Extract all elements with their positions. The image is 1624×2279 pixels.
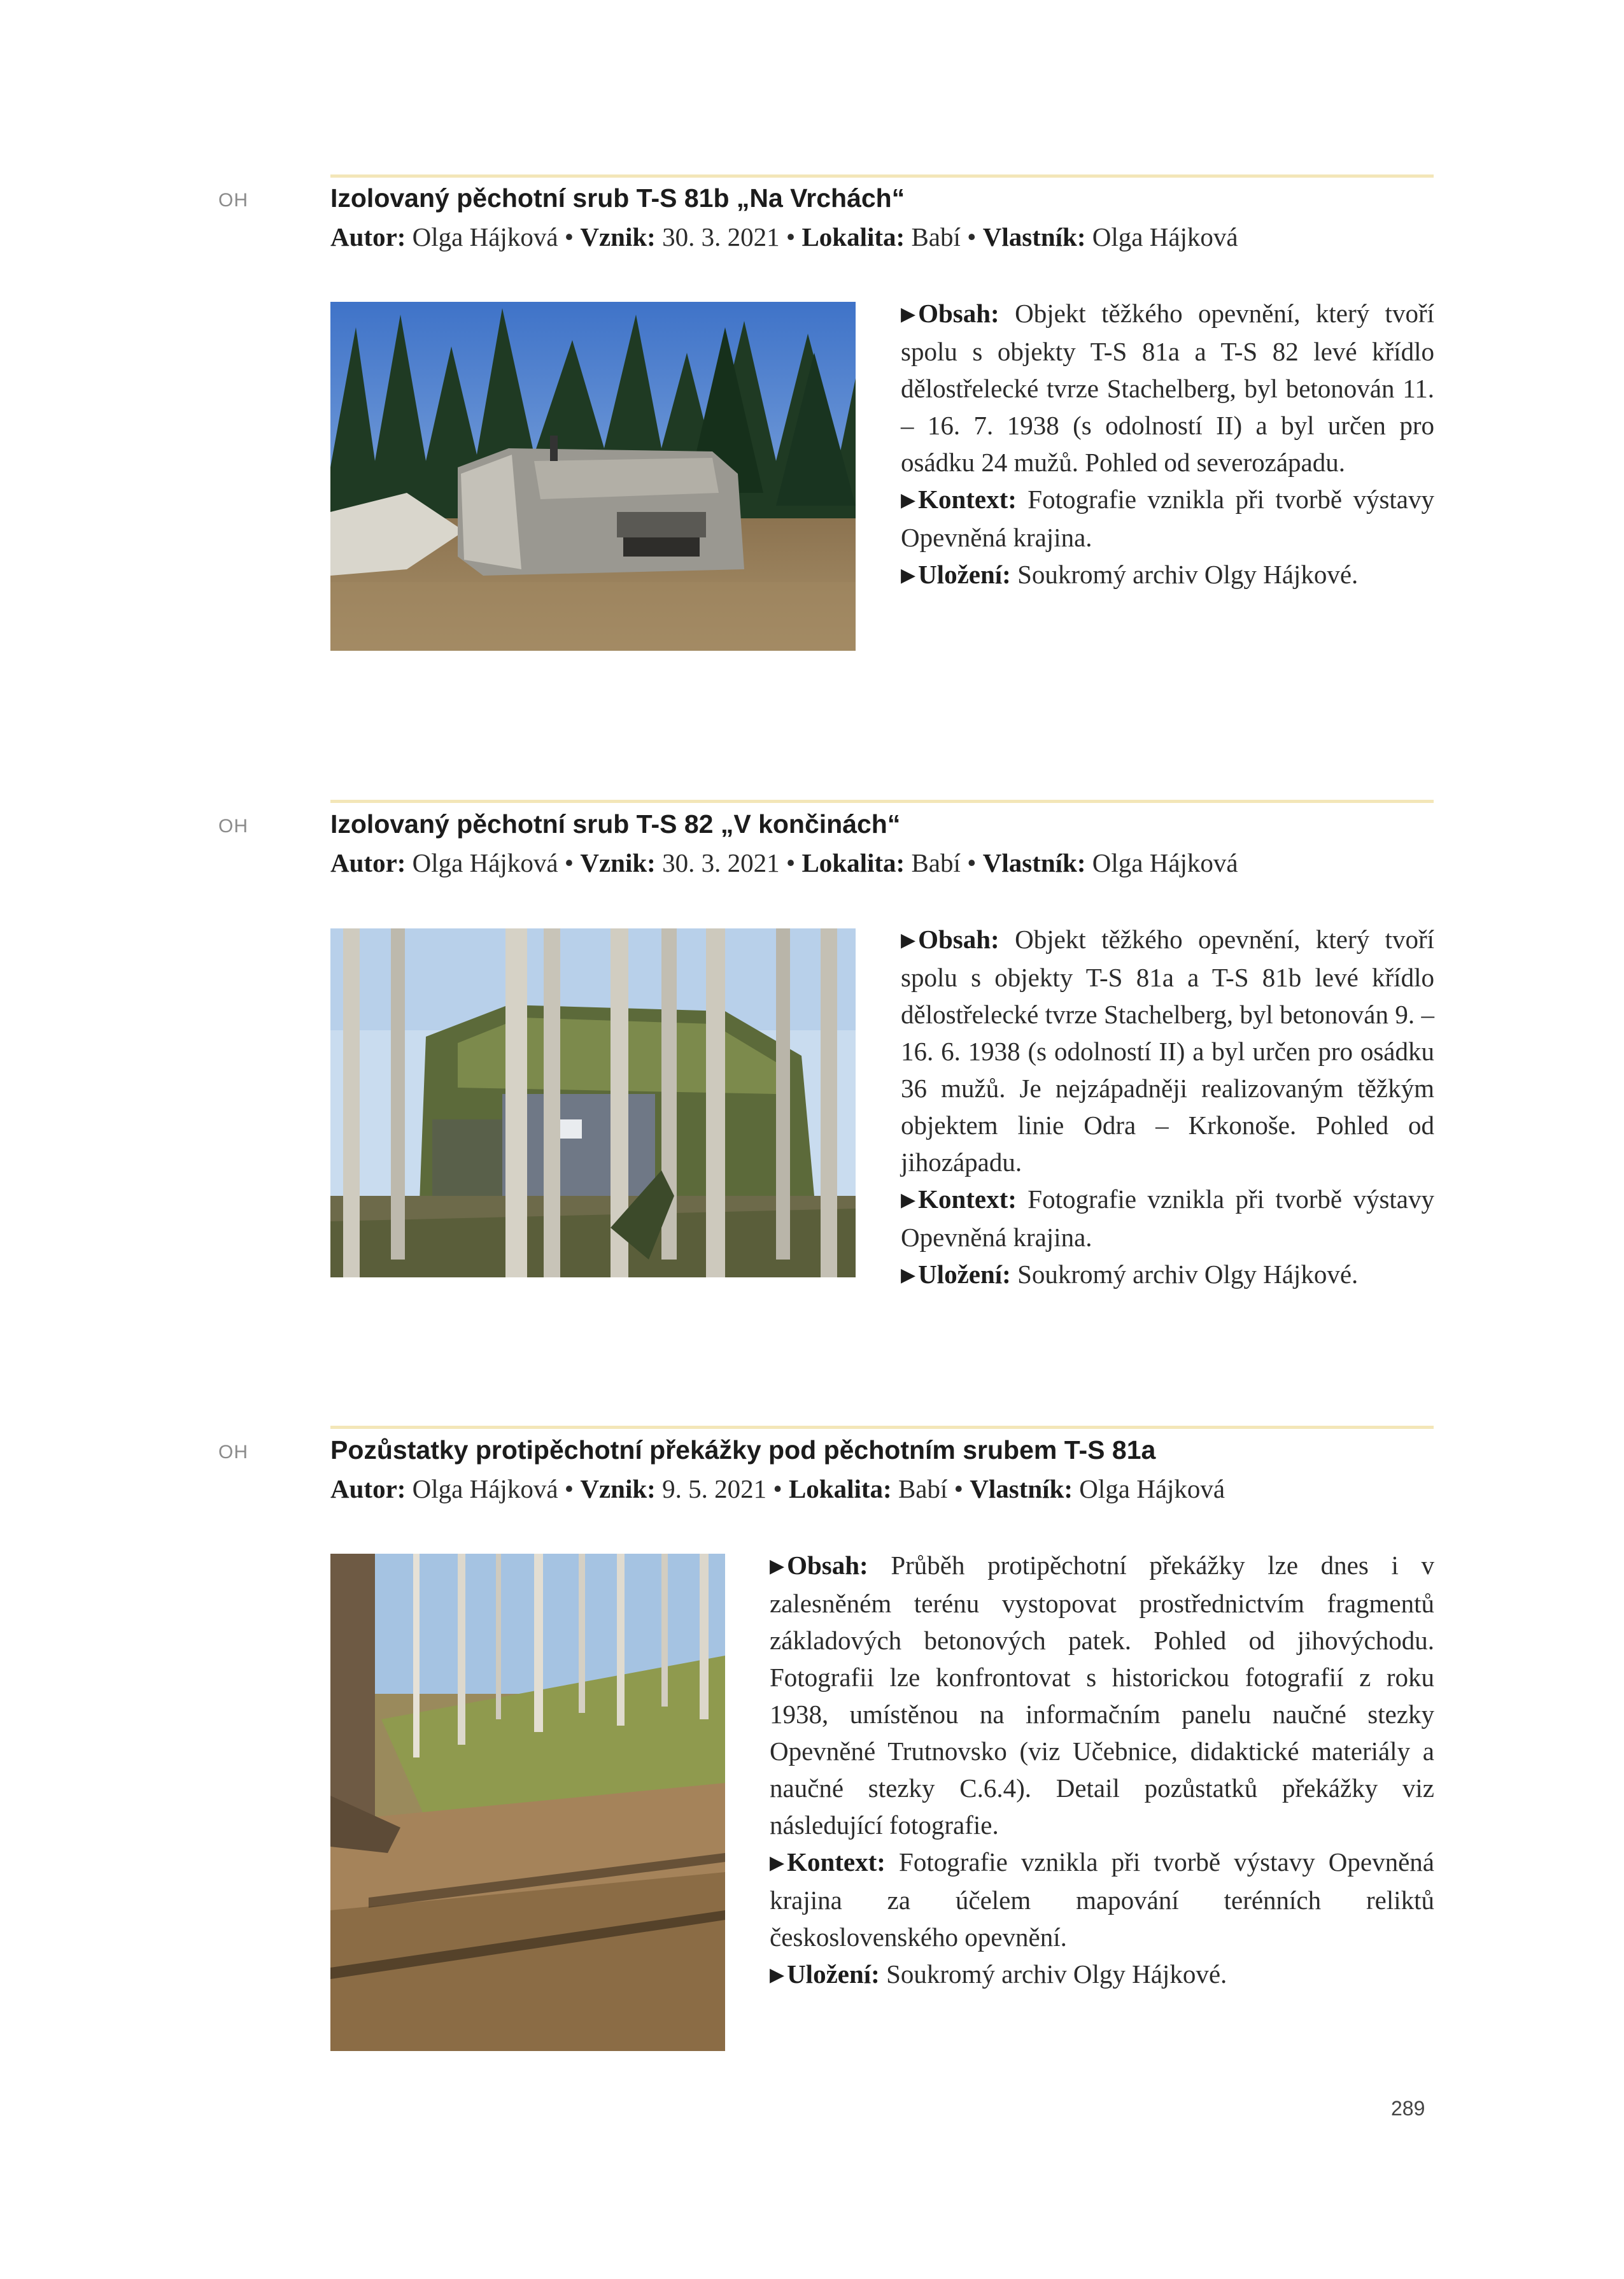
forest-photo bbox=[330, 1554, 725, 2051]
triangle-right-icon: ▶ bbox=[901, 490, 916, 511]
entry-description: ▶Obsah: Objekt těžkého opevnění, který t… bbox=[901, 295, 1434, 594]
triangle-right-icon: ▶ bbox=[770, 1852, 785, 1873]
author-value: Olga Hájková bbox=[412, 1474, 558, 1503]
storage-label: Uložení: bbox=[918, 1260, 1011, 1289]
owner-label: Vlastník: bbox=[970, 1474, 1073, 1503]
storage-text: Soukromý archiv Olgy Hájkové. bbox=[1017, 560, 1359, 589]
meta-separator: • bbox=[786, 848, 796, 877]
author-label: Autor: bbox=[330, 222, 406, 252]
triangle-right-icon: ▶ bbox=[901, 1265, 916, 1286]
meta-separator: • bbox=[773, 1474, 782, 1503]
created-label: Vznik: bbox=[580, 848, 656, 877]
meta-separator: • bbox=[564, 1474, 574, 1503]
triangle-right-icon: ▶ bbox=[901, 565, 916, 586]
owner-label: Vlastník: bbox=[982, 848, 1086, 877]
location-label: Lokalita: bbox=[801, 222, 905, 252]
triangle-right-icon: ▶ bbox=[901, 304, 916, 325]
page-number: 289 bbox=[1391, 2097, 1425, 2120]
created-value: 30. 3. 2021 bbox=[662, 222, 780, 252]
location-value: Babí bbox=[911, 848, 961, 877]
author-tag: OH bbox=[218, 1442, 248, 1463]
created-label: Vznik: bbox=[580, 1474, 656, 1503]
context-label: Kontext: bbox=[918, 1184, 1017, 1214]
storage-text: Soukromý archiv Olgy Hájkové. bbox=[886, 1959, 1227, 1989]
entry-divider bbox=[330, 1426, 1434, 1429]
author-label: Autor: bbox=[330, 1474, 406, 1503]
storage-label: Uložení: bbox=[787, 1959, 880, 1989]
created-value: 9. 5. 2021 bbox=[662, 1474, 767, 1503]
content-label: Obsah: bbox=[918, 299, 999, 328]
author-tag: OH bbox=[218, 190, 248, 211]
entry-meta: Autor: Olga Hájková • Vznik: 30. 3. 2021… bbox=[330, 222, 1438, 252]
entry-title: Izolovaný pěchotní srub T-S 81b „Na Vrch… bbox=[330, 183, 905, 213]
bunker-photo bbox=[330, 302, 856, 651]
entry-meta: Autor: Olga Hájková • Vznik: 9. 5. 2021 … bbox=[330, 1473, 1438, 1504]
location-label: Lokalita: bbox=[788, 1474, 892, 1503]
owner-label: Vlastník: bbox=[982, 222, 1086, 252]
author-tag: OH bbox=[218, 816, 248, 837]
triangle-right-icon: ▶ bbox=[901, 1189, 916, 1210]
content-text: Objekt těžkého opevnění, který tvoří spo… bbox=[901, 925, 1434, 1177]
meta-separator: • bbox=[564, 222, 574, 252]
entry-description: ▶Obsah: Průběh protipěchotní překážky lz… bbox=[770, 1547, 1434, 1994]
location-value: Babí bbox=[911, 222, 961, 252]
entry-title: Pozůstatky protipěchotní překážky pod pě… bbox=[330, 1435, 1156, 1465]
storage-text: Soukromý archiv Olgy Hájkové. bbox=[1017, 1260, 1359, 1289]
entry-meta: Autor: Olga Hájková • Vznik: 30. 3. 2021… bbox=[330, 848, 1438, 878]
meta-separator: • bbox=[954, 1474, 963, 1503]
meta-separator: • bbox=[967, 848, 977, 877]
owner-value: Olga Hájková bbox=[1079, 1474, 1225, 1503]
entry-title: Izolovaný pěchotní srub T-S 82 „V končin… bbox=[330, 809, 901, 839]
entry-divider bbox=[330, 800, 1434, 803]
context-label: Kontext: bbox=[787, 1847, 886, 1877]
bunker-photo bbox=[330, 928, 856, 1277]
meta-separator: • bbox=[564, 848, 574, 877]
content-label: Obsah: bbox=[787, 1551, 868, 1580]
author-label: Autor: bbox=[330, 848, 406, 877]
author-value: Olga Hájková bbox=[412, 222, 558, 252]
entry-description: ▶Obsah: Objekt těžkého opevnění, který t… bbox=[901, 921, 1434, 1294]
meta-separator: • bbox=[786, 222, 796, 252]
content-label: Obsah: bbox=[918, 925, 999, 954]
storage-label: Uložení: bbox=[918, 560, 1011, 589]
entry-divider bbox=[330, 174, 1434, 178]
author-value: Olga Hájková bbox=[412, 848, 558, 877]
created-label: Vznik: bbox=[580, 222, 656, 252]
meta-separator: • bbox=[967, 222, 977, 252]
owner-value: Olga Hájková bbox=[1092, 222, 1238, 252]
owner-value: Olga Hájková bbox=[1092, 848, 1238, 877]
triangle-right-icon: ▶ bbox=[770, 1556, 785, 1577]
created-value: 30. 3. 2021 bbox=[662, 848, 780, 877]
location-label: Lokalita: bbox=[801, 848, 905, 877]
location-value: Babí bbox=[898, 1474, 948, 1503]
triangle-right-icon: ▶ bbox=[901, 930, 916, 951]
context-label: Kontext: bbox=[918, 485, 1017, 514]
triangle-right-icon: ▶ bbox=[770, 1964, 785, 1985]
content-text: Průběh protipěchotní překážky lze dnes i… bbox=[770, 1551, 1434, 1840]
